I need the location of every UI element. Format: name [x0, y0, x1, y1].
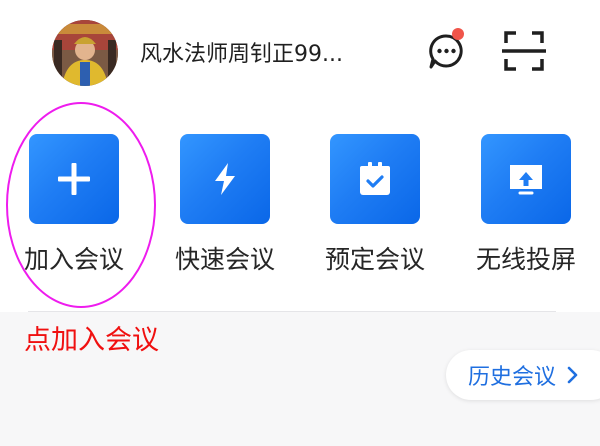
quick-meeting-button[interactable]	[180, 134, 270, 224]
annotation-text: 点加入会议	[24, 325, 159, 356]
plus-icon	[58, 163, 90, 195]
join-meeting-label[interactable]: 加入会议	[9, 240, 139, 276]
section-divider	[28, 311, 556, 312]
wireless-cast-label[interactable]: 无线投屏	[461, 240, 591, 276]
scan-button[interactable]	[500, 28, 548, 74]
avatar-photo-icon	[52, 20, 118, 86]
wireless-cast-button[interactable]	[481, 134, 571, 224]
notification-badge	[452, 28, 464, 40]
chat-bubble-ellipsis-icon	[429, 28, 464, 69]
calendar-check-icon	[360, 162, 390, 195]
history-meetings-button[interactable]: 历史会议	[446, 350, 600, 400]
join-meeting-button[interactable]	[29, 134, 119, 224]
screen-cast-icon	[510, 165, 542, 195]
user-avatar[interactable]	[52, 20, 118, 86]
scan-frame-icon	[502, 31, 546, 71]
message-button[interactable]	[424, 28, 468, 72]
schedule-meeting-label[interactable]: 预定会议	[310, 240, 440, 276]
chevron-right-icon	[566, 364, 580, 386]
lightning-icon	[215, 163, 235, 195]
schedule-meeting-button[interactable]	[330, 134, 420, 224]
username[interactable]: 风水法师周钊正99...	[140, 36, 343, 68]
quick-meeting-label[interactable]: 快速会议	[160, 240, 290, 276]
history-meetings-label: 历史会议	[468, 365, 557, 390]
